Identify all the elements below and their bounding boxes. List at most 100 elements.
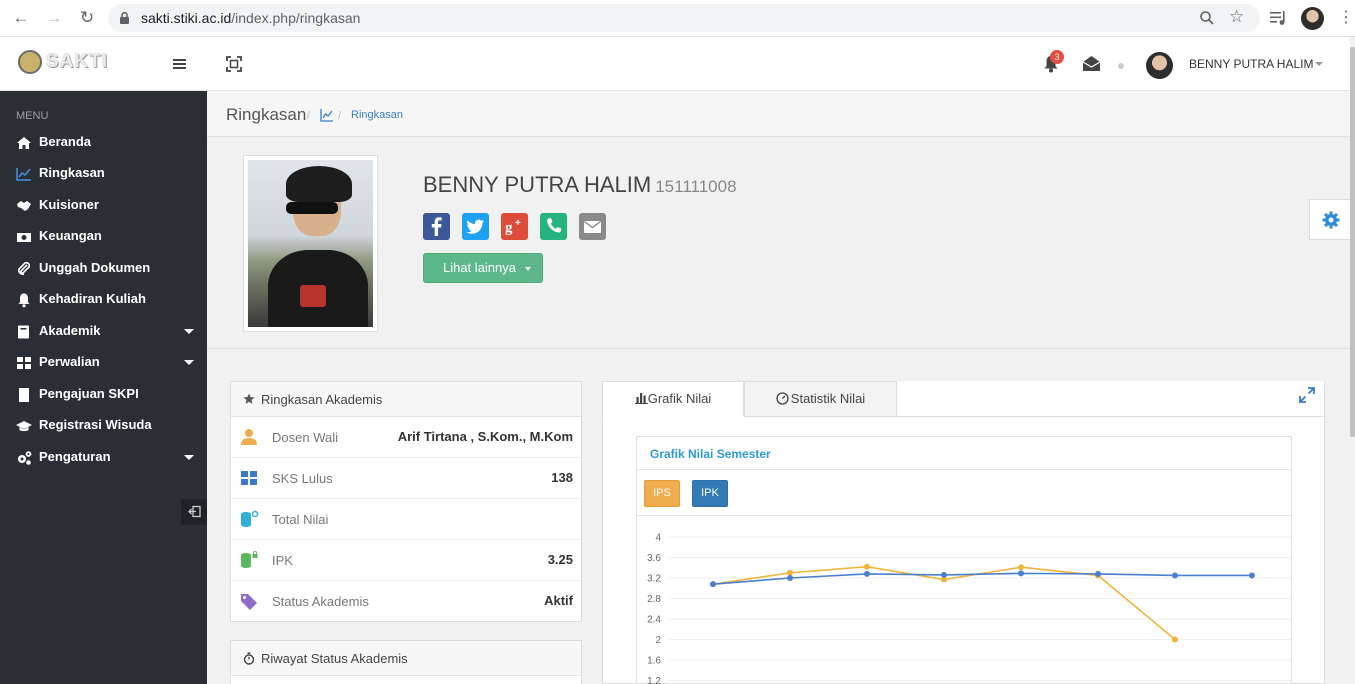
y-tick-label: 1.2 xyxy=(647,676,661,684)
theme-settings-button[interactable] xyxy=(1309,199,1350,240)
sidebar-item-unggah-dokumen[interactable]: Unggah Dokumen xyxy=(0,254,207,284)
data-point-ipk[interactable] xyxy=(1249,572,1255,579)
sidebar-collapse-button[interactable] xyxy=(181,499,207,525)
fullscreen-icon[interactable] xyxy=(226,56,242,72)
messages-envelope-icon[interactable] xyxy=(1082,55,1101,72)
profile-section: BENNY PUTRA HALIM 151111008 g + Lihat lain… xyxy=(207,137,1350,349)
student-nim: 151111008 xyxy=(655,177,737,196)
email-icon xyxy=(584,220,601,233)
bar-chart-icon xyxy=(634,393,648,404)
home-icon xyxy=(17,137,31,149)
academic-history-header: Riwayat Status Akademis xyxy=(231,641,581,676)
data-point-ips[interactable] xyxy=(1018,564,1024,571)
more-info-button[interactable]: Lihat lainnya xyxy=(423,253,543,283)
academic-summary-panel: Ringkasan Akademis Dosen Wali Arif Tirta… xyxy=(230,381,582,622)
star-icon xyxy=(243,393,255,404)
data-point-ipk[interactable] xyxy=(864,570,870,577)
bookmark-star-icon[interactable]: ☆ xyxy=(1229,7,1244,27)
grade-chart-panel: Grafik Nilai Semester IPS IPK 4 3.6 3.2 2.8… xyxy=(636,436,1292,684)
ipk-series-button[interactable]: IPK xyxy=(692,480,728,507)
browser-menu-icon[interactable]: ⋮ xyxy=(1338,7,1354,29)
data-point-ips[interactable] xyxy=(864,563,870,570)
data-point-ipk[interactable] xyxy=(1095,570,1101,577)
summary-value: 3.25 xyxy=(547,552,573,567)
academic-history-panel: Riwayat Status Akademis xyxy=(230,640,582,684)
ips-series-button[interactable]: IPS xyxy=(644,480,680,507)
sidebar-item-kehadiran-kuliah[interactable]: Kehadiran Kuliah xyxy=(0,285,207,315)
paperclip-icon xyxy=(18,261,31,275)
line-chart-icon[interactable] xyxy=(320,108,334,122)
reload-icon[interactable]: ↻ xyxy=(76,8,98,28)
sidebar-item-keuangan[interactable]: Keuangan xyxy=(0,222,207,252)
user-avatar[interactable] xyxy=(1146,52,1173,79)
money-icon xyxy=(17,233,31,242)
summary-row-status-akademis: Status Akademis Aktif xyxy=(231,581,581,622)
sidebar-item-akademik[interactable]: Akademik xyxy=(0,317,207,347)
scrollbar-thumb[interactable] xyxy=(1350,47,1355,437)
gears-icon xyxy=(18,451,32,465)
forward-icon[interactable]: → xyxy=(43,8,65,28)
sidebar-item-ringkasan[interactable]: Ringkasan xyxy=(0,159,207,189)
data-point-ips[interactable] xyxy=(1172,636,1178,643)
y-tick-label: 3.6 xyxy=(647,553,661,564)
browser-toolbar: ← → ↻ sakti.stiki.ac.id/index.php/ringka… xyxy=(0,0,1355,37)
data-point-ipk[interactable] xyxy=(787,575,793,581)
summary-row-dosen-wali: Dosen Wali Arif Tirtana , S.Kom., M.Kom xyxy=(231,417,581,458)
browser-profile-avatar[interactable] xyxy=(1301,7,1324,30)
summary-label: SKS Lulus xyxy=(272,471,333,486)
expand-icon[interactable] xyxy=(1298,386,1316,404)
back-icon[interactable]: ← xyxy=(10,8,32,28)
line-chart-icon xyxy=(16,168,31,181)
twitter-button[interactable] xyxy=(462,213,489,240)
tab-label: Grafik Nilai xyxy=(647,391,712,406)
sidebar-item-kuisioner[interactable]: Kuisioner xyxy=(0,191,207,221)
sidebar-item-label: Registrasi Wisuda xyxy=(39,417,152,432)
zoom-icon[interactable] xyxy=(1199,10,1215,26)
summary-row-total-nilai: Total Nilai xyxy=(231,499,581,540)
y-tick-label: 1.6 xyxy=(647,656,661,667)
sidebar-item-label: Unggah Dokumen xyxy=(39,260,151,275)
data-point-ipk[interactable] xyxy=(710,581,716,588)
more-info-label: Lihat lainnya xyxy=(443,260,516,275)
summary-label: Total Nilai xyxy=(272,512,329,527)
tab-grafik-nilai[interactable]: Grafik Nilai xyxy=(602,381,744,417)
page-scrollbar[interactable] xyxy=(1350,37,1355,684)
data-point-ipk[interactable] xyxy=(1172,572,1178,579)
sidebar-item-beranda[interactable]: Beranda xyxy=(0,128,207,158)
media-queue-icon[interactable] xyxy=(1270,10,1288,26)
summary-value: Aktif xyxy=(544,593,573,608)
user-menu-name[interactable]: BENNY PUTRA HALIM xyxy=(1189,57,1313,71)
sidebar-item-pengaturan[interactable]: Pengaturan xyxy=(0,443,207,473)
sidebar-item-label: Pengajuan SKPI xyxy=(39,386,139,401)
breadcrumb-separator: / xyxy=(338,110,342,122)
email-button[interactable] xyxy=(579,213,606,240)
tab-statistik-nilai[interactable]: Statistik Nilai xyxy=(744,381,897,417)
sidebar-item-pengajuan-skpi[interactable]: Pengajuan SKPI xyxy=(0,380,207,410)
gear-icon xyxy=(1322,211,1340,229)
svg-text:g: g xyxy=(505,220,513,236)
hamburger-menu-icon[interactable] xyxy=(172,57,188,71)
profile-photo xyxy=(243,155,378,332)
academic-summary-title: Ringkasan Akademis xyxy=(261,392,383,407)
sidebar-item-registrasi-wisuda[interactable]: Registrasi Wisuda xyxy=(0,411,207,441)
student-name-heading: BENNY PUTRA HALIM 151111008 xyxy=(423,172,737,198)
address-bar[interactable]: sakti.stiki.ac.id/index.php/ringkasan ☆ xyxy=(108,4,1260,32)
facebook-button[interactable] xyxy=(423,213,450,240)
summary-row-ipk: IPK 3.25 xyxy=(231,540,581,581)
user-menu-caret-icon[interactable] xyxy=(1315,62,1323,66)
google-plus-button[interactable]: g + xyxy=(501,213,528,240)
app-logo-text: SAKTI xyxy=(46,51,108,72)
sidebar-item-perwalian[interactable]: Perwalian xyxy=(0,348,207,378)
breadcrumb-current[interactable]: Ringkasan xyxy=(351,109,403,121)
phone-button[interactable] xyxy=(540,213,567,240)
y-tick-label: 3.2 xyxy=(647,574,661,585)
sidebar-item-label: Kuisioner xyxy=(39,197,99,212)
summary-label: Dosen Wali xyxy=(272,430,338,445)
grade-line-chart: 4 3.6 3.2 2.8 2.4 2 1.6 1.2 xyxy=(647,533,1291,684)
twitter-icon xyxy=(466,219,484,234)
data-point-ips[interactable] xyxy=(787,569,793,576)
data-point-ipk[interactable] xyxy=(1018,570,1024,577)
chart-header-divider xyxy=(637,469,1291,470)
data-point-ipk[interactable] xyxy=(941,571,947,578)
summary-label: IPK xyxy=(272,553,293,568)
